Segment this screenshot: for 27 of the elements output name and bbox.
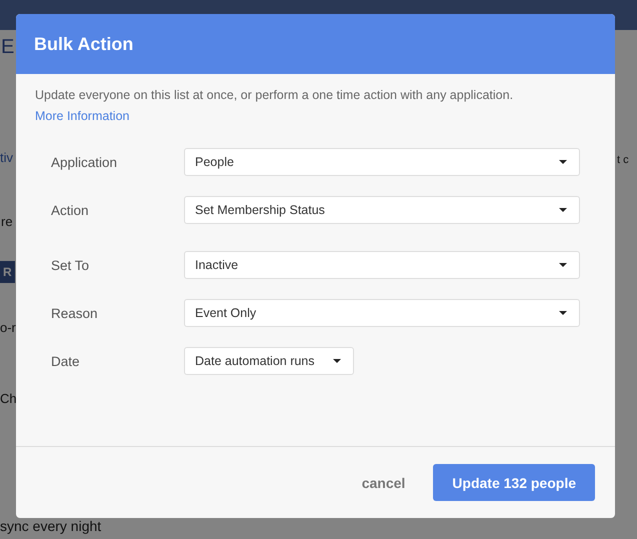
caret-icon (559, 208, 567, 212)
dropdown[interactable]: Set Membership Status (184, 196, 580, 224)
background-text: sync every night (0, 518, 102, 534)
field-label: Action (51, 202, 90, 218)
caret-icon (559, 160, 567, 164)
background-text: t c (617, 154, 629, 166)
field-label: Reason (51, 306, 99, 320)
dropdown[interactable]: Event Only (184, 299, 580, 327)
field-label: Set To (51, 258, 90, 272)
background-text: re (1, 214, 13, 229)
intro-text: Update everyone on this list at once, or perform a one time action with any application. More Information (35, 87, 514, 125)
background-text: o-r (0, 320, 16, 335)
more-information-link[interactable]: More Information (35, 109, 130, 123)
page-heading: E (1, 36, 14, 59)
dropdown[interactable]: Inactive (184, 251, 580, 279)
caret-icon (559, 311, 567, 315)
field-label: Application (51, 154, 118, 170)
dialog-title: Bulk Action (34, 34, 134, 54)
background-text: Ch (0, 391, 17, 406)
background-button[interactable]: R (0, 261, 15, 283)
dropdown[interactable]: Date automation runs (184, 347, 354, 375)
caret-icon (333, 359, 341, 363)
cancel-button[interactable]: cancel (356, 466, 412, 498)
caret-icon (559, 263, 567, 267)
dropdown[interactable]: People (184, 148, 580, 176)
field-label: Date (51, 354, 81, 368)
update-button[interactable]: Update 132 people (433, 464, 595, 501)
